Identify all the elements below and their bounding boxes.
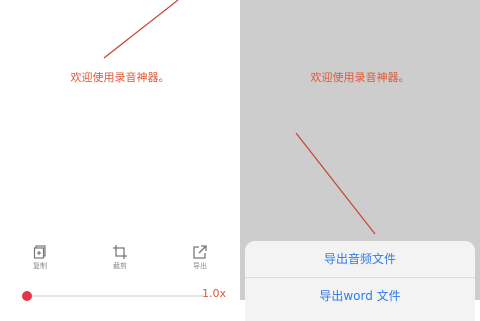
annotation-line-right xyxy=(295,132,376,235)
annotation-line-left xyxy=(103,0,179,59)
annotation-layer xyxy=(103,0,376,235)
